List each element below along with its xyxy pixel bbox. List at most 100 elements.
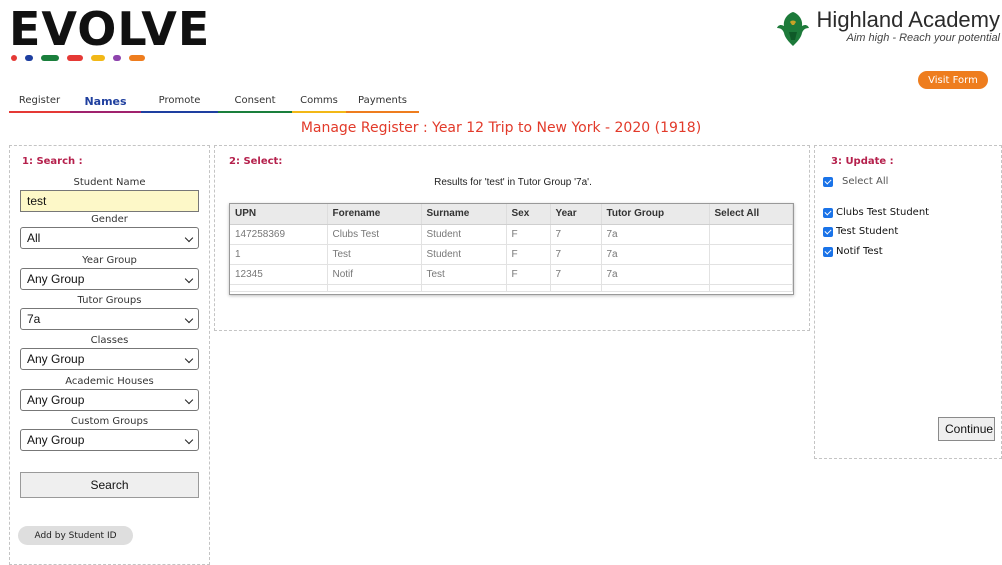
logo-text: EVOLVE bbox=[9, 2, 211, 56]
cell-forename: Test bbox=[327, 244, 422, 265]
school-name: Highland Academy bbox=[816, 7, 1000, 32]
nav-tabs: Register Names Promote Consent Comms Pay… bbox=[9, 95, 419, 113]
select-heading: 2: Select: bbox=[229, 156, 283, 167]
year-group-select[interactable]: Any Group bbox=[20, 268, 199, 290]
cell-year: 7 bbox=[550, 264, 602, 285]
tutor-groups-select-value: 7a bbox=[27, 312, 41, 326]
custom-groups-label: Custom Groups bbox=[70, 416, 149, 427]
school-motto: Aim high - Reach your potential bbox=[846, 32, 1000, 44]
school-branding: Highland Academy Aim high - Reach your p… bbox=[773, 8, 1000, 50]
column-header-upn[interactable]: UPN bbox=[230, 204, 328, 225]
year-group-select-value: Any Group bbox=[27, 272, 85, 286]
classes-select-value: Any Group bbox=[27, 352, 85, 366]
student-checkbox-row[interactable]: Test Student bbox=[823, 226, 898, 237]
add-by-student-id-button[interactable]: Add by Student ID bbox=[18, 526, 133, 545]
evolve-logo: EVOLVE bbox=[9, 6, 210, 61]
gender-select[interactable]: All bbox=[20, 227, 199, 249]
select-all-label: Select All bbox=[842, 176, 889, 187]
year-group-label: Year Group bbox=[82, 255, 137, 266]
academic-houses-select[interactable]: Any Group bbox=[20, 389, 199, 411]
page-title: Manage Register : Year 12 Trip to New Yo… bbox=[300, 120, 702, 136]
select-all-checkbox[interactable] bbox=[823, 176, 833, 187]
student-checkbox-label: Notif Test bbox=[836, 246, 883, 257]
tab-register[interactable]: Register bbox=[9, 95, 70, 113]
classes-select[interactable]: Any Group bbox=[20, 348, 199, 370]
cell-tutor-group: 7a bbox=[601, 244, 710, 265]
results-caption: Results for 'test' in Tutor Group '7a'. bbox=[434, 177, 592, 188]
gender-label: Gender bbox=[91, 214, 128, 225]
chevron-down-icon bbox=[184, 233, 194, 243]
chevron-down-icon bbox=[184, 274, 194, 284]
logo-dot bbox=[67, 55, 83, 61]
column-header-select-all[interactable]: Select All bbox=[709, 204, 793, 225]
column-header-year[interactable]: Year bbox=[550, 204, 602, 225]
logo-dot bbox=[25, 55, 33, 61]
logo-dot bbox=[129, 55, 145, 61]
update-panel: 3: Update : Select All Clubs Test Studen… bbox=[814, 145, 1002, 459]
cell-upn: 1 bbox=[230, 244, 328, 265]
search-heading: 1: Search : bbox=[22, 156, 83, 167]
visit-form-button[interactable]: Visit Form bbox=[918, 71, 988, 89]
cell-year: 7 bbox=[550, 224, 602, 245]
logo-dot bbox=[11, 55, 17, 61]
cell-select[interactable] bbox=[709, 224, 793, 245]
cell-upn: 147258369 bbox=[230, 224, 328, 245]
cell-surname: Student bbox=[421, 224, 507, 245]
cell-forename: Clubs Test bbox=[327, 224, 422, 245]
table-row[interactable]: 147258369 Clubs Test Student F 7 7a bbox=[230, 224, 793, 245]
student-checkbox[interactable] bbox=[823, 226, 833, 237]
table-header-row: UPN Forename Surname Sex Year Tutor Grou… bbox=[230, 204, 793, 225]
logo-dot bbox=[113, 55, 121, 61]
table-row[interactable]: 12345 Notif Test F 7 7a bbox=[230, 264, 793, 285]
student-checkbox[interactable] bbox=[823, 207, 833, 218]
chevron-down-icon bbox=[184, 395, 194, 405]
logo-dot bbox=[91, 55, 105, 61]
student-checkbox-label: Clubs Test Student bbox=[836, 207, 930, 218]
student-checkbox-label: Test Student bbox=[836, 226, 899, 237]
custom-groups-select-value: Any Group bbox=[27, 433, 85, 447]
cell-surname: Test bbox=[421, 264, 507, 285]
eagle-crest-icon bbox=[776, 12, 809, 46]
tutor-groups-label: Tutor Groups bbox=[77, 295, 142, 306]
cell-tutor-group: 7a bbox=[601, 264, 710, 285]
column-header-sex[interactable]: Sex bbox=[506, 204, 551, 225]
select-panel: 2: Select: Results for 'test' in Tutor G… bbox=[214, 145, 810, 331]
student-checkbox-row[interactable]: Clubs Test Student bbox=[823, 207, 929, 218]
custom-groups-select[interactable]: Any Group bbox=[20, 429, 199, 451]
chevron-down-icon bbox=[184, 314, 194, 324]
cell-sex: F bbox=[506, 264, 551, 285]
cell-sex: F bbox=[506, 244, 551, 265]
tab-promote[interactable]: Promote bbox=[141, 95, 218, 113]
update-heading: 3: Update : bbox=[831, 156, 894, 167]
student-name-input[interactable]: test bbox=[20, 190, 199, 212]
column-header-forename[interactable]: Forename bbox=[327, 204, 422, 225]
cell-select[interactable] bbox=[709, 244, 793, 265]
search-button[interactable]: Search bbox=[20, 472, 199, 498]
select-all-checkbox-row[interactable]: Select All bbox=[823, 176, 888, 187]
table-row[interactable]: 1 Test Student F 7 7a bbox=[230, 244, 793, 265]
results-table-container: UPN Forename Surname Sex Year Tutor Grou… bbox=[229, 203, 794, 295]
cell-sex: F bbox=[506, 224, 551, 245]
tab-payments[interactable]: Payments bbox=[346, 95, 419, 113]
student-checkbox[interactable] bbox=[823, 246, 833, 257]
cell-year: 7 bbox=[550, 244, 602, 265]
tutor-groups-select[interactable]: 7a bbox=[20, 308, 199, 330]
continue-button[interactable]: Continue bbox=[938, 417, 995, 441]
cell-select[interactable] bbox=[709, 264, 793, 285]
column-header-surname[interactable]: Surname bbox=[421, 204, 507, 225]
logo-dot bbox=[41, 55, 59, 61]
column-header-tutor-group[interactable]: Tutor Group bbox=[601, 204, 710, 225]
table-row-empty bbox=[230, 284, 793, 292]
academic-houses-select-value: Any Group bbox=[27, 393, 85, 407]
chevron-down-icon bbox=[184, 435, 194, 445]
cell-forename: Notif bbox=[327, 264, 422, 285]
student-name-label: Student Name bbox=[73, 177, 146, 188]
gender-select-value: All bbox=[27, 231, 41, 245]
tab-comms[interactable]: Comms bbox=[292, 95, 346, 113]
classes-label: Classes bbox=[90, 335, 129, 346]
student-checkbox-row[interactable]: Notif Test bbox=[823, 246, 883, 257]
tab-names[interactable]: Names bbox=[70, 95, 141, 113]
cell-surname: Student bbox=[421, 244, 507, 265]
tab-consent[interactable]: Consent bbox=[218, 95, 292, 113]
cell-upn: 12345 bbox=[230, 264, 328, 285]
